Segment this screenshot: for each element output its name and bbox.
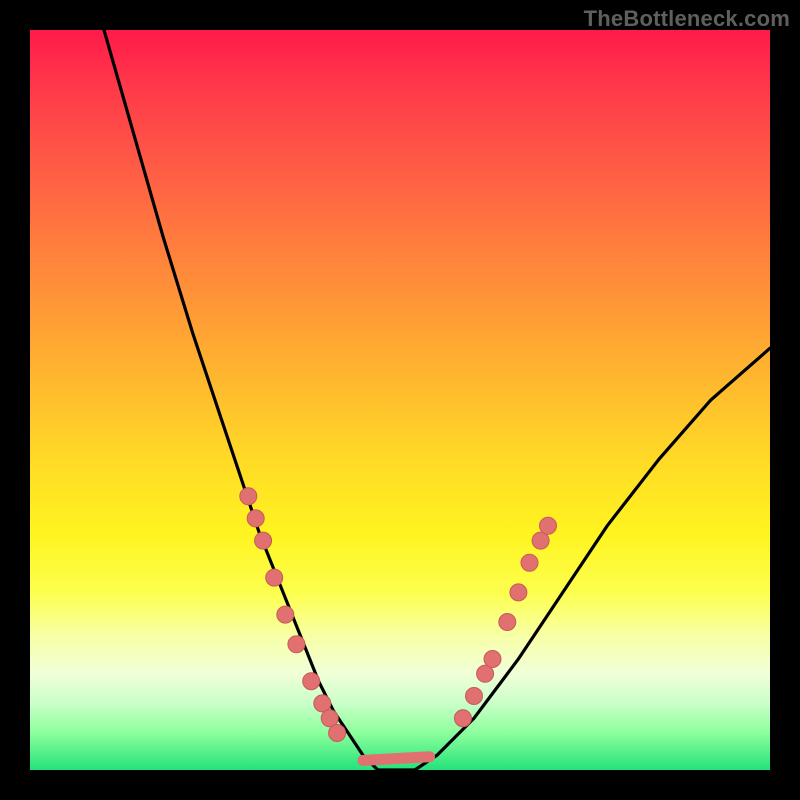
data-marker (329, 725, 346, 742)
data-marker (255, 532, 272, 549)
data-marker (466, 688, 483, 705)
data-marker (303, 673, 320, 690)
data-marker (521, 554, 538, 571)
data-marker (277, 606, 294, 623)
data-markers (240, 488, 557, 742)
data-marker (540, 517, 557, 534)
data-marker (240, 488, 257, 505)
data-marker (499, 614, 516, 631)
data-marker (288, 636, 305, 653)
chart-frame: TheBottleneck.com (0, 0, 800, 800)
valley-flat-segment (363, 757, 430, 761)
data-marker (484, 651, 501, 668)
data-marker (247, 510, 264, 527)
data-marker (510, 584, 527, 601)
data-marker (266, 569, 283, 586)
chart-plot-area (30, 30, 770, 770)
watermark-text: TheBottleneck.com (584, 6, 790, 32)
data-marker (454, 710, 471, 727)
bottleneck-curve (104, 30, 770, 770)
chart-svg (30, 30, 770, 770)
